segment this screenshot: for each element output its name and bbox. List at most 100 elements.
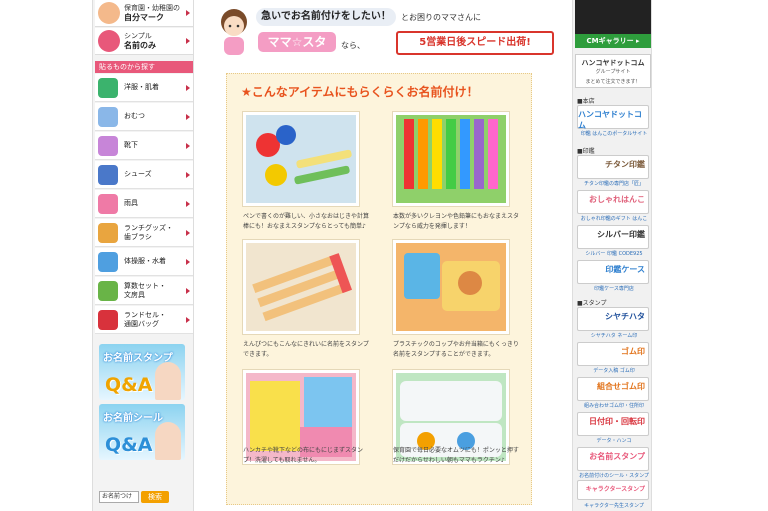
site-link-titanium[interactable]: チタン印鑑 <box>577 155 649 179</box>
item-caption: ペンで書くのが難しい、小さなおはじきや計算棒にも！おなまえスタンプならとっても簡… <box>243 213 370 230</box>
category-label: シューズ <box>124 170 152 178</box>
site-caption: 印鑑 はんこのポータルサイト <box>580 131 648 137</box>
category-item[interactable]: ランチグッズ・ 歯ブラシ <box>95 219 193 247</box>
site-link-date-stamp[interactable]: 日付印・回転印 <box>577 412 649 436</box>
category-label: ランドセル・ 通園バッグ <box>124 310 166 328</box>
mama-mascot-icon <box>221 9 247 55</box>
swimsuit-icon <box>98 251 118 272</box>
sidebar-item-simple-name[interactable]: シンプル 名前のみ <box>95 28 193 55</box>
headline-suffix: とお困りのママさんに <box>401 13 481 22</box>
sock-icon <box>98 135 118 156</box>
category-label: 洋服・肌着 <box>124 83 159 91</box>
category-label: 靴下 <box>124 141 138 149</box>
site-caption: データ入稿 ゴム印 <box>593 368 635 374</box>
shoe-icon <box>98 164 118 185</box>
sidebar-item-label: 自分マーク <box>124 12 164 22</box>
sidebar-item-line1: シンプル <box>124 31 152 40</box>
umbrella-icon <box>98 193 118 214</box>
site-link-hankoya[interactable]: ハンコヤドットコム <box>577 105 649 130</box>
mother-photo <box>155 362 181 400</box>
site-link-onamae[interactable]: お名前スタンプ <box>577 447 649 471</box>
sidebar-item-jibun-mark[interactable]: 保育園・幼稚園の 自分マーク <box>95 0 193 27</box>
section-label: ■本店 <box>577 98 595 105</box>
site-title: チタン印鑑 <box>605 160 645 169</box>
search-button[interactable]: 検索 <box>141 491 169 503</box>
item-caption: プラスチックのコップやお弁当箱にもくっきり名前をスタンプすることができます。 <box>393 341 519 358</box>
category-header: 貼るものから探す <box>95 61 193 73</box>
category-label: ランチグッズ・ 歯ブラシ <box>124 223 173 241</box>
arrow-right-icon <box>186 84 190 91</box>
nara-text: なら、 <box>341 41 365 50</box>
category-label: おむつ <box>124 112 145 120</box>
site-title: 日付印・回転印 <box>589 417 645 426</box>
arrow-right-icon <box>186 229 190 236</box>
arrow-right-icon <box>186 10 190 16</box>
category-item[interactable]: 靴下 <box>95 132 193 160</box>
sticker-qa-banner[interactable]: お名前シール Q&A <box>99 404 185 460</box>
site-link-silver[interactable]: シルバー印鑑 <box>577 225 649 249</box>
category-item[interactable]: 雨具 <box>95 190 193 218</box>
page: { "sidebar": { "top_items": [ {"line1": … <box>0 0 768 511</box>
site-title: シルバー印鑑 <box>597 230 645 239</box>
mama-sta-logo: ママ☆スタ <box>258 32 336 52</box>
site-title: おしゃれはんこ <box>589 195 645 204</box>
category-label: 体操服・水着 <box>124 257 166 265</box>
shizuku-badge-icon <box>98 30 120 52</box>
site-link-case[interactable]: 印鑑ケース <box>577 260 649 284</box>
left-sidebar: 保育園・幼稚園の 自分マーク シンプル 名前のみ 貼るものから探す 洋服・肌着 おむ… <box>92 0 194 511</box>
photo-pencils <box>243 240 359 334</box>
arrow-right-icon <box>186 113 190 120</box>
photo-crayons <box>393 112 509 206</box>
banner-title: お名前シール <box>103 413 163 424</box>
arrow-right-icon <box>186 171 190 178</box>
site-link-character[interactable]: キャラクタースタンプ <box>577 480 649 500</box>
arrow-right-icon <box>186 38 190 44</box>
item-caption: 保育園で毎日必要なオムツにも！ポンッと押すだけだからせわしい朝もママもラクチン♪ <box>393 447 519 464</box>
site-link-oshare[interactable]: おしゃれはんこ <box>577 190 649 214</box>
site-caption: お名前付けのシール・スタンプ <box>579 473 649 479</box>
cm-gallery-button[interactable]: CMギャラリー ▸ <box>575 34 651 48</box>
site-title: ゴム印 <box>621 347 645 356</box>
search-category-select[interactable]: お名前つけ <box>99 491 139 503</box>
sidebar-item-line1: 保育園・幼稚園の <box>124 3 180 12</box>
arrow-right-icon <box>186 142 190 149</box>
site-title: キャラクタースタンプ <box>585 486 645 493</box>
diaper-icon <box>98 106 118 127</box>
mother-photo <box>155 422 181 460</box>
category-item[interactable]: 洋服・肌着 <box>95 74 193 102</box>
arrow-right-icon <box>186 316 190 323</box>
category-item[interactable]: シューズ <box>95 161 193 189</box>
kids-face-icon <box>98 2 120 24</box>
site-caption: おしゃれ印鑑のギフト はんこ <box>580 216 648 222</box>
category-item[interactable]: おむつ <box>95 103 193 131</box>
photo-cup-lunchbox <box>393 240 509 334</box>
group-sites-box: ハンコヤドットコム グループサイト まとめて注文できます！ <box>575 54 651 88</box>
section-label: ■スタンプ <box>577 300 607 307</box>
speed-shipping-badge: 5営業日後スピード出荷! <box>396 31 554 55</box>
site-caption: キャラクター先生スタンプ <box>584 503 644 509</box>
stamp-qa-banner[interactable]: お名前スタンプ Q&A <box>99 344 185 400</box>
arrow-right-icon <box>186 287 190 294</box>
site-link-gomu[interactable]: ゴム印 <box>577 342 649 366</box>
site-link-kumiawase[interactable]: 組合せゴム印 <box>577 377 649 401</box>
site-caption: チタン印鑑の専門店「匠」 <box>583 181 644 187</box>
section-label: ■印鑑 <box>577 148 595 155</box>
category-item[interactable]: ランドセル・ 通園バッグ <box>95 306 193 334</box>
math-set-icon <box>98 280 118 301</box>
site-title: 組合せゴム印 <box>597 382 645 391</box>
items-panel: ★こんなアイテムにもらくらくお名前付け！ ペンで書くのが難しい、小さなおはじきや… <box>226 73 532 505</box>
banner-title: お名前スタンプ <box>103 353 173 364</box>
site-title: ハンコヤドットコム <box>578 110 642 130</box>
item-caption: ハンカチや靴下などの布にもにじまずスタンプ！洗濯しても取れません。 <box>243 447 364 464</box>
category-label: 算数セット・ 文房具 <box>124 281 166 299</box>
site-link-shachihata[interactable]: シヤチハタ <box>577 307 649 331</box>
site-caption: 印鑑ケース専門店 <box>594 286 634 292</box>
banner-qa: Q&A <box>105 374 153 396</box>
site-title: お名前スタンプ <box>589 452 645 461</box>
category-item[interactable]: 体操服・水着 <box>95 248 193 276</box>
site-caption: 組み合わせゴム印・住所印 <box>583 403 644 409</box>
group-subtitle: グループサイト <box>595 69 631 75</box>
arrow-right-icon <box>186 200 190 207</box>
photo-ohajiki <box>243 112 359 206</box>
category-item[interactable]: 算数セット・ 文房具 <box>95 277 193 305</box>
